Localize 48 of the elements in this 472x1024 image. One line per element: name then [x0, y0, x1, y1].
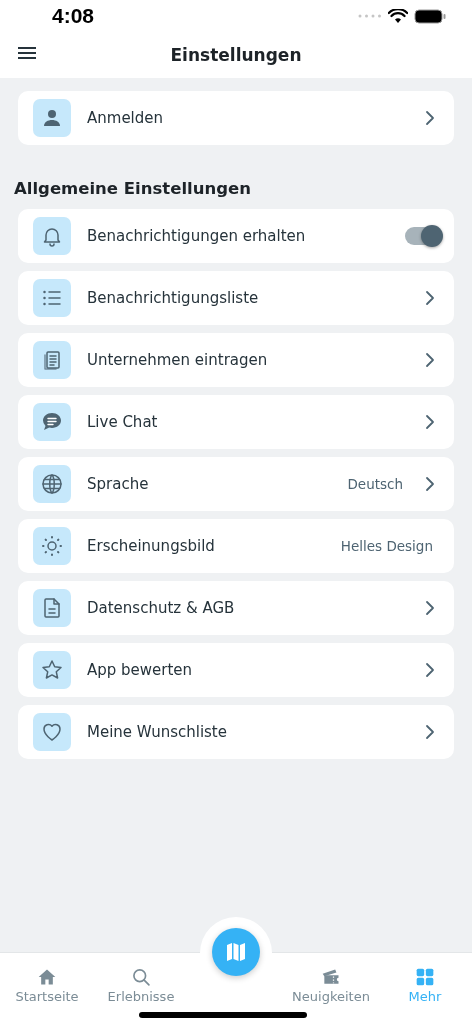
- settings-row[interactable]: Benachrichtigungen erhalten: [18, 209, 454, 263]
- home-icon: [37, 967, 57, 987]
- row-label: Anmelden: [87, 109, 165, 127]
- row-label: Erscheinungsbild: [87, 537, 216, 555]
- tab-bar-item[interactable]: Neuigkeiten: [284, 967, 378, 1004]
- chevron-right-icon: [425, 290, 435, 306]
- settings-row[interactable]: Benachrichtigungsliste: [18, 271, 454, 325]
- sun-icon: [40, 534, 64, 558]
- row-label: Benachrichtigungsliste: [87, 289, 260, 307]
- chevron-right-icon: [425, 662, 435, 678]
- search-icon: [131, 967, 151, 987]
- settings-row[interactable]: Sprache Deutsch: [18, 457, 454, 511]
- settings-row[interactable]: Erscheinungsbild Helles Design: [18, 519, 454, 573]
- row-label: Datenschutz & AGB: [87, 599, 236, 617]
- map-icon: [224, 940, 248, 964]
- tab-bar-item[interactable]: Startseite: [0, 967, 94, 1004]
- row-label: Benachrichtigungen erhalten: [87, 227, 307, 245]
- page-title: Einstellungen: [170, 45, 302, 65]
- row-value: Helles Design: [340, 538, 433, 554]
- chevron-right-icon: [425, 600, 435, 616]
- ticket-icon: [321, 967, 341, 987]
- status-time: 4:08: [52, 4, 95, 28]
- settings-row[interactable]: Meine Wunschliste: [18, 705, 454, 759]
- chevron-right-icon: [425, 476, 435, 492]
- chevron-right-icon: [425, 352, 435, 368]
- row-label: Unternehmen eintragen: [87, 351, 269, 369]
- chevron-right-icon: [425, 414, 435, 430]
- star-icon: [40, 658, 64, 682]
- battery-icon: [414, 8, 446, 24]
- wifi-icon: [388, 8, 408, 24]
- row-label: App bewerten: [87, 661, 194, 679]
- row-label: Live Chat: [87, 413, 159, 431]
- toggle-switch[interactable]: [405, 227, 441, 245]
- login-row[interactable]: Anmelden: [18, 91, 454, 145]
- globe-icon: [40, 472, 64, 496]
- settings-row[interactable]: Live Chat: [18, 395, 454, 449]
- section-title: Allgemeine Einstellungen: [14, 179, 252, 198]
- grid-icon: [415, 967, 435, 987]
- row-label: Meine Wunschliste: [87, 723, 228, 741]
- settings-row[interactable]: App bewerten: [18, 643, 454, 697]
- settings-row[interactable]: Datenschutz & AGB: [18, 581, 454, 635]
- signal-dots-icon: [358, 14, 382, 18]
- menu-icon[interactable]: [18, 46, 36, 60]
- row-value: Deutsch: [347, 476, 403, 492]
- row-label: Sprache: [87, 475, 150, 493]
- chevron-right-icon: [425, 724, 435, 740]
- chevron-right-icon: [425, 110, 435, 126]
- settings-row[interactable]: Unternehmen eintragen: [18, 333, 454, 387]
